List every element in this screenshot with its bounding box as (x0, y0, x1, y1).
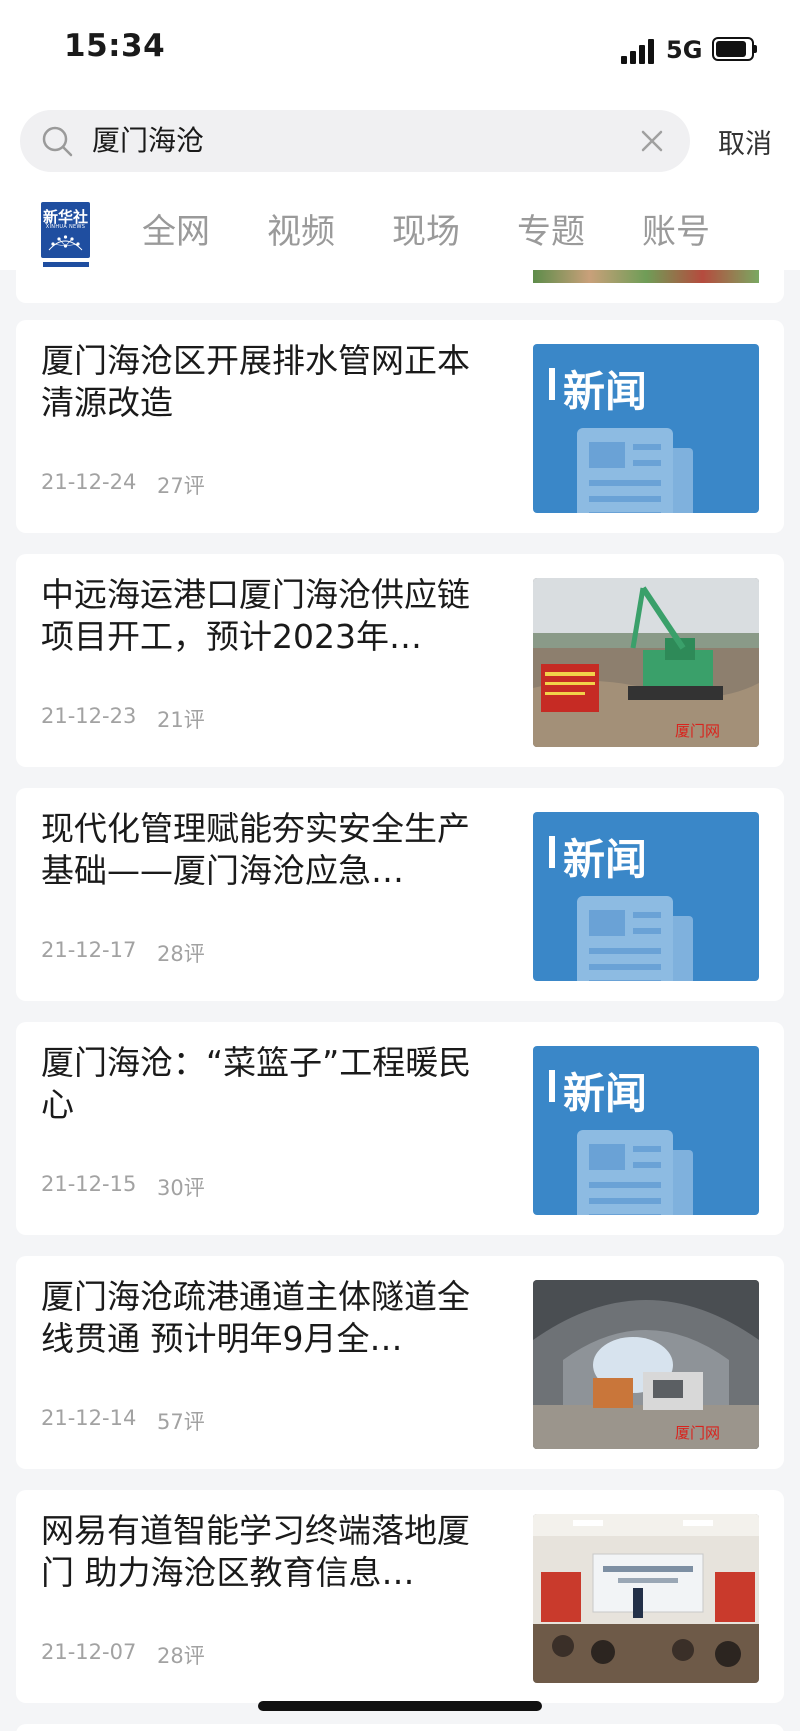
list-item-partial[interactable] (16, 1724, 784, 1731)
news-badge: 新闻 (563, 835, 648, 884)
news-placeholder-thumbnail: 新闻 (533, 812, 759, 981)
article-date: 21-12-15 (41, 1172, 137, 1196)
search-input[interactable]: 厦门海沧 (92, 110, 204, 172)
excavator-photo-thumbnail: 厦门网 (533, 578, 759, 747)
tab-live[interactable]: 现场 (392, 204, 460, 253)
tab-all[interactable]: 全网 (142, 204, 210, 253)
list-item[interactable]: 网易有道智能学习终端落地厦门 助力海沧区教育信息… 21-12-07 28评 (16, 1490, 784, 1703)
article-comments: 28评 (157, 1644, 205, 1668)
thumbnail-image (533, 270, 759, 283)
meeting-photo-thumbnail (533, 1514, 759, 1683)
news-badge: 新闻 (563, 1069, 648, 1118)
results-list: 厦门海沧区开展排水管网正本清源改造 21-12-24 27评 新闻 中远海运港口… (0, 270, 800, 1731)
tab-topics[interactable]: 专题 (517, 204, 585, 253)
article-title: 厦门海沧疏港通道主体隧道全线贯通 预计明年9月全… (41, 1277, 470, 1358)
search-icon (42, 126, 73, 157)
list-item-partial[interactable] (16, 270, 784, 303)
article-date: 21-12-23 (41, 704, 137, 728)
article-comments: 28评 (157, 942, 205, 966)
article-date: 21-12-17 (41, 938, 137, 962)
status-bar: 15:34 5G (0, 0, 800, 100)
clear-icon[interactable] (636, 125, 668, 157)
article-date: 21-12-24 (41, 470, 137, 494)
article-comments: 57评 (157, 1410, 205, 1434)
article-title: 网易有道智能学习终端落地厦门 助力海沧区教育信息… (41, 1511, 470, 1592)
xinhua-logo[interactable]: 新华社 XINHUA NEWS (41, 202, 90, 258)
photo-caption: 厦门网 (675, 722, 720, 740)
tunnel-photo-thumbnail: 厦门网 (533, 1280, 759, 1449)
search-bar: 厦门海沧 取消 (0, 100, 800, 190)
list-item[interactable]: 厦门海沧：“菜篮子”工程暖民心 21-12-15 30评 新闻 (16, 1022, 784, 1235)
news-placeholder-thumbnail: 新闻 (533, 344, 759, 513)
news-badge: 新闻 (563, 367, 648, 416)
list-item[interactable]: 现代化管理赋能夯实安全生产基础——厦门海沧应急… 21-12-17 28评 新闻 (16, 788, 784, 1001)
logo-subtext: XINHUA NEWS (45, 224, 86, 230)
article-comments: 21评 (157, 708, 205, 732)
article-title: 厦门海沧：“菜篮子”工程暖民心 (41, 1043, 472, 1124)
article-comments: 30评 (157, 1176, 205, 1200)
article-title: 中远海运港口厦门海沧供应链项目开工，预计2023年… (41, 575, 470, 656)
home-indicator (258, 1701, 542, 1711)
article-title: 厦门海沧区开展排水管网正本清源改造 (41, 341, 470, 422)
status-time: 15:34 (64, 28, 166, 64)
signal-icon (621, 38, 657, 64)
logo-network-graphic (48, 235, 83, 251)
photo-caption: 厦门网 (675, 1424, 720, 1442)
cancel-button[interactable]: 取消 (718, 122, 772, 161)
article-date: 21-12-07 (41, 1640, 137, 1664)
search-input-box[interactable]: 厦门海沧 (20, 110, 690, 172)
list-item[interactable]: 中远海运港口厦门海沧供应链项目开工，预计2023年… 21-12-23 21评 … (16, 554, 784, 767)
tab-accounts[interactable]: 账号 (642, 204, 710, 253)
article-title: 现代化管理赋能夯实安全生产基础——厦门海沧应急… (41, 809, 470, 890)
news-placeholder-thumbnail: 新闻 (533, 1046, 759, 1215)
list-item[interactable]: 厦门海沧区开展排水管网正本清源改造 21-12-24 27评 新闻 (16, 320, 784, 533)
tab-video[interactable]: 视频 (267, 204, 335, 253)
article-date: 21-12-14 (41, 1406, 137, 1430)
tab-bar: 新华社 XINHUA NEWS 全网 视频 现场 专题 账号 (0, 190, 800, 270)
article-comments: 27评 (157, 474, 205, 498)
active-tab-indicator (43, 262, 89, 267)
network-type: 5G (666, 36, 703, 64)
battery-icon (712, 37, 757, 61)
list-item[interactable]: 厦门海沧疏港通道主体隧道全线贯通 预计明年9月全… 21-12-14 57评 厦… (16, 1256, 784, 1469)
